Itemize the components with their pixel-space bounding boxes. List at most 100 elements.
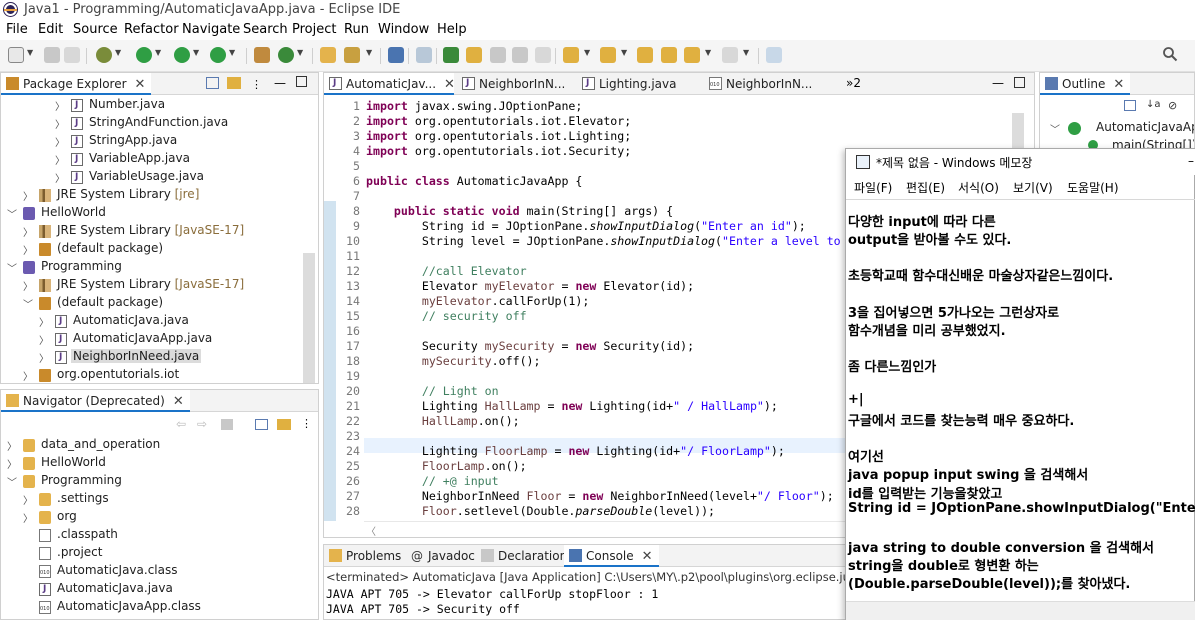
menu-source[interactable]: Source <box>73 22 118 37</box>
tree-item[interactable]: .classpath <box>1 526 301 544</box>
external-tools-icon[interactable] <box>210 47 226 63</box>
nav-forward-icon[interactable]: ⇨ <box>197 417 207 431</box>
next-annotation-icon[interactable] <box>443 47 459 63</box>
tree-item[interactable]: ﹀ (default package) <box>1 294 301 312</box>
tree-item[interactable]: ﹀ Programming <box>1 472 301 490</box>
minimize-icon[interactable]: — <box>992 76 1004 90</box>
notepad-hscrollbar[interactable] <box>846 601 1195 620</box>
minimize-icon[interactable]: — <box>274 76 286 90</box>
show-whitespace-icon[interactable] <box>535 47 551 63</box>
tree-item[interactable]: ﹀ Programming <box>1 258 301 276</box>
search-dropdown-icon[interactable]: ▼ <box>366 48 372 57</box>
view-menu-icon[interactable]: ⋮ <box>251 78 262 91</box>
notepad-menu-view[interactable]: 보기(V) <box>1013 179 1053 196</box>
menu-window[interactable]: Window <box>378 22 429 37</box>
tree-item[interactable]: 〉 org.opentutorials.iot <box>1 366 301 383</box>
code-line[interactable]: 17 Security mySecurity = new Security(id… <box>324 339 844 354</box>
tree-item[interactable]: 〉AutomaticJavaApp.java <box>1 330 301 348</box>
last-edit-location-icon[interactable] <box>637 47 653 63</box>
link-with-editor-icon[interactable] <box>227 77 241 89</box>
tree-item[interactable]: 〉StringAndFunction.java <box>1 114 301 132</box>
code-line[interactable]: 13 Elevator myElevator = new Elevator(id… <box>324 279 844 294</box>
collapse-all-icon[interactable] <box>206 77 219 89</box>
pin-editor-icon[interactable] <box>766 47 782 63</box>
menu-search[interactable]: Search <box>243 22 288 37</box>
close-icon[interactable]: ✕ <box>1113 77 1124 92</box>
code-line[interactable]: 12 //call Elevator <box>324 264 844 279</box>
nav-view-menu-icon[interactable]: ⋮ <box>301 417 312 430</box>
tree-item[interactable]: 〉VariableUsage.java <box>1 168 301 186</box>
save-all-icon[interactable] <box>64 47 80 63</box>
tab-neighborinneed[interactable]: NeighborInN... <box>457 73 575 95</box>
tab-automaticjavaapp[interactable]: AutomaticJav...✕ <box>324 73 455 95</box>
code-line[interactable]: 28 Floor.setlevel(Double.parseDouble(lev… <box>324 504 844 519</box>
code-line[interactable]: 19 <box>324 369 844 384</box>
code-line[interactable]: 10 String level = JOptionPane.showInputD… <box>324 234 844 249</box>
nav-up-icon[interactable] <box>221 419 233 430</box>
tree-item[interactable]: ﹀ HelloWorld <box>1 204 301 222</box>
code-line[interactable]: 22 HallLamp.on(); <box>324 414 844 429</box>
coverage-dropdown-icon[interactable]: ▼ <box>193 48 199 57</box>
tree-item[interactable]: 〉 JRE System Library [JavaSE-17] <box>1 276 301 294</box>
tree-item-selected[interactable]: 〉NeighborInNeed.java <box>1 348 301 366</box>
close-icon[interactable]: ✕ <box>173 394 184 409</box>
tree-item[interactable]: 〉Number.java <box>1 96 301 114</box>
new-java-package-icon[interactable] <box>254 47 270 63</box>
close-icon[interactable]: ✕ <box>135 77 146 92</box>
code-line[interactable]: 9 String id = JOptionPane.showInputDialo… <box>324 219 844 234</box>
maximize-icon[interactable] <box>296 76 307 87</box>
highlight-icon[interactable] <box>466 47 482 63</box>
search-tool-icon[interactable] <box>344 47 360 63</box>
tab-console[interactable]: Console ✕ <box>564 545 659 567</box>
tree-item[interactable]: AutomaticJava.java <box>1 580 301 598</box>
word-wrap-icon[interactable] <box>512 47 528 63</box>
tab-navigator[interactable]: Navigator (Deprecated) ✕ <box>1 390 190 412</box>
nav-collapse-all-icon[interactable] <box>255 419 268 430</box>
code-line[interactable]: 5 <box>324 159 844 174</box>
coverage-icon[interactable] <box>174 47 190 63</box>
code-line[interactable]: 3 import org.opentutorials.iot.Lighting; <box>324 129 844 144</box>
menu-refactor[interactable]: Refactor <box>124 22 179 37</box>
tree-item[interactable]: 〉VariableApp.java <box>1 150 301 168</box>
tree-item[interactable]: 〉 org <box>1 508 301 526</box>
tree-item[interactable]: 〉 JRE System Library [JavaSE-17] <box>1 222 301 240</box>
notepad-menu-help[interactable]: 도움말(H) <box>1067 179 1119 196</box>
code-line[interactable]: 2 import org.opentutorials.iot.Elevator; <box>324 114 844 129</box>
tab-neighborinneed-class[interactable]: NeighborInN... <box>704 73 822 95</box>
code-line[interactable]: 24 Lighting FloorLamp = new Lighting(id+… <box>324 444 844 459</box>
tab-declaration[interactable]: Declaration <box>476 545 573 567</box>
code-line[interactable]: 1 import javax.swing.JOptionPane; <box>324 99 844 114</box>
back-icon[interactable] <box>661 47 677 63</box>
nav-link-icon[interactable] <box>277 419 291 430</box>
code-line[interactable]: 8 public static void main(String[] args)… <box>324 204 844 219</box>
debug-dropdown-icon[interactable]: ▼ <box>115 48 121 57</box>
code-line[interactable]: 7 <box>324 189 844 204</box>
tree-item[interactable]: 〉 data_and_operation <box>1 436 301 454</box>
next-edit-icon[interactable] <box>563 47 579 63</box>
more-tabs[interactable]: »2 <box>846 76 861 90</box>
tab-package-explorer[interactable]: Package Explorer ✕ <box>1 73 152 95</box>
run-dropdown-icon[interactable]: ▼ <box>155 48 161 57</box>
notepad-menu-edit[interactable]: 편집(E) <box>906 179 945 196</box>
external-tools-dropdown-icon[interactable]: ▼ <box>229 48 235 57</box>
new-java-class-icon[interactable] <box>278 47 294 63</box>
tab-javadoc[interactable]: @ Javadoc <box>406 545 481 567</box>
next-edit-dropdown-icon[interactable]: ▼ <box>584 48 590 57</box>
search-icon[interactable] <box>1162 46 1178 62</box>
menu-project[interactable]: Project <box>292 22 336 37</box>
back-arrow-icon[interactable] <box>684 47 700 63</box>
hide-fields-icon[interactable]: ⊘ <box>1168 99 1177 112</box>
tree-item[interactable]: AutomaticJavaApp.class <box>1 598 301 616</box>
code-line[interactable]: 23 <box>324 429 844 444</box>
menu-navigate[interactable]: Navigate <box>182 22 240 37</box>
new-dropdown-icon[interactable]: ▼ <box>27 48 33 57</box>
tree-item[interactable]: 〉 (default package) <box>1 240 301 258</box>
menu-help[interactable]: Help <box>437 22 467 37</box>
menu-run[interactable]: Run <box>344 22 369 37</box>
code-line[interactable]: 15 // security off <box>324 309 844 324</box>
menu-file[interactable]: File <box>6 22 28 37</box>
block-selection-icon[interactable] <box>490 47 506 63</box>
sort-icon[interactable]: ↓a <box>1146 99 1161 110</box>
notepad-text-area[interactable]: 다양한 input에 따라 다른 output을 받아볼 수도 있다. 초등학교때 … <box>846 201 1195 601</box>
tree-item[interactable]: 〉 .settings <box>1 490 301 508</box>
